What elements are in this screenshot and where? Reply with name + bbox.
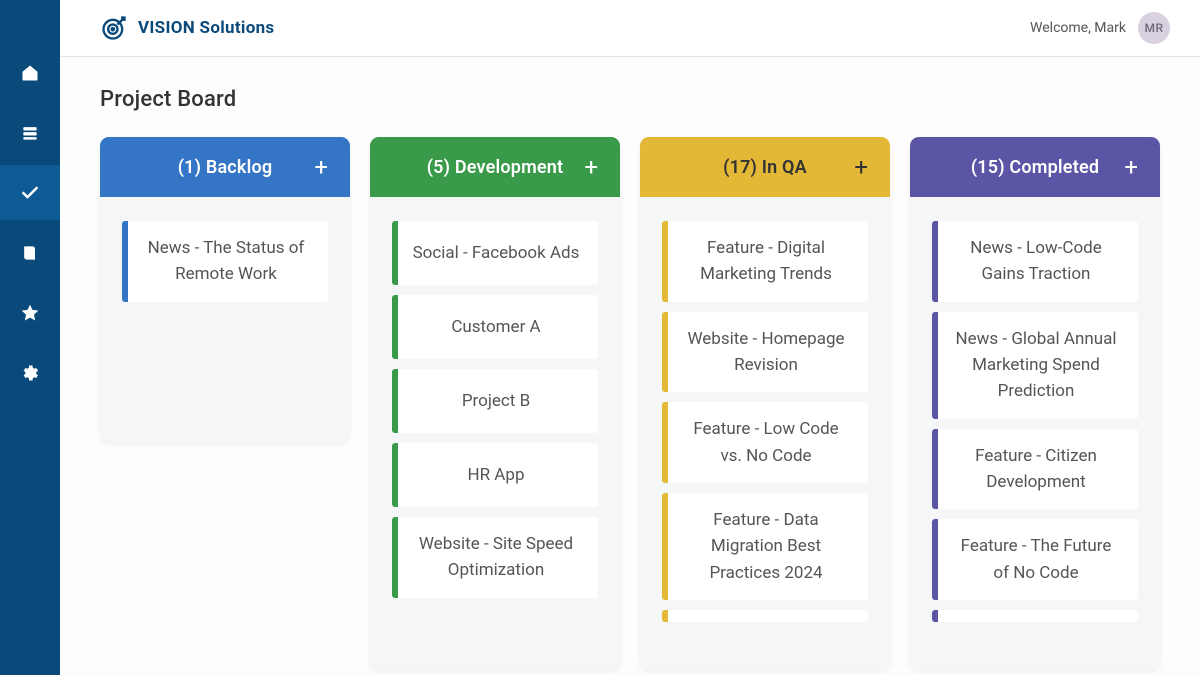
book-icon (20, 243, 40, 263)
add-card-button[interactable]: + (584, 155, 598, 179)
sidebar-item-check[interactable] (0, 165, 60, 220)
column-header: (5) Development + (370, 137, 620, 197)
header: VISION Solutions Welcome, Mark MR (60, 0, 1200, 57)
card[interactable]: Project B (392, 369, 598, 433)
brand: VISION Solutions (100, 14, 274, 42)
card[interactable]: News - Low-Code Gains Traction (932, 221, 1138, 302)
card[interactable]: News - Global Annual Marketing Spend Pre… (932, 312, 1138, 419)
column-title: (15) Completed (971, 157, 1099, 178)
check-icon (20, 183, 40, 203)
card[interactable]: Feature - The Future of No Code (932, 519, 1138, 600)
card[interactable]: Website - Homepage Revision (662, 312, 868, 393)
user-area: Welcome, Mark MR (1030, 12, 1170, 44)
column-in-qa: (17) In QA + Feature - Digital Marketing T… (640, 137, 890, 670)
card-list: Feature - Digital Marketing Trends Websit… (640, 197, 890, 670)
add-card-button[interactable]: + (314, 155, 328, 179)
column-completed: (15) Completed + News - Low-Code Gains Tra… (910, 137, 1160, 670)
brand-name: VISION Solutions (138, 18, 274, 38)
main: VISION Solutions Welcome, Mark MR Projec… (60, 0, 1200, 675)
column-title: (17) In QA (723, 157, 807, 178)
home-icon (20, 63, 40, 83)
welcome-text: Welcome, Mark (1030, 20, 1126, 36)
card-list: News - Low-Code Gains Traction News - Glo… (910, 197, 1160, 670)
card-list: Social - Facebook Ads Customer A Project B… (370, 197, 620, 670)
column-title: (1) Backlog (178, 157, 273, 178)
board: (1) Backlog + News - The Status of Remote … (100, 137, 1160, 670)
card[interactable]: News - The Status of Remote Work (122, 221, 328, 302)
column-header: (15) Completed + (910, 137, 1160, 197)
card[interactable]: Feature - Citizen Development (932, 429, 1138, 510)
column-header: (17) In QA + (640, 137, 890, 197)
column-title: (5) Development (427, 157, 564, 178)
card[interactable]: Social - Facebook Ads (392, 221, 598, 285)
avatar[interactable]: MR (1138, 12, 1170, 44)
column-backlog: (1) Backlog + News - The Status of Remote … (100, 137, 350, 442)
card[interactable]: Feature - Data Migration Best Practices … (662, 493, 868, 600)
content: Project Board (1) Backlog + News - The Sta… (60, 57, 1200, 675)
card[interactable]: Website - Site Speed Optimization (392, 517, 598, 598)
column-development: (5) Development + Social - Facebook Ads Cus… (370, 137, 620, 670)
column-header: (1) Backlog + (100, 137, 350, 197)
card[interactable] (662, 610, 868, 622)
layers-icon (20, 123, 40, 143)
card[interactable]: Feature - Digital Marketing Trends (662, 221, 868, 302)
add-card-button[interactable]: + (1124, 155, 1138, 179)
card[interactable]: Feature - Low Code vs. No Code (662, 402, 868, 483)
card[interactable]: Customer A (392, 295, 598, 359)
star-icon (20, 303, 40, 323)
page-title: Project Board (100, 87, 1160, 112)
sidebar-item-book[interactable] (0, 225, 60, 280)
sidebar (0, 0, 60, 675)
sidebar-item-layers[interactable] (0, 105, 60, 160)
sidebar-item-star[interactable] (0, 285, 60, 340)
gear-icon (20, 363, 40, 383)
card[interactable] (932, 610, 1138, 622)
card[interactable]: HR App (392, 443, 598, 507)
sidebar-item-home[interactable] (0, 45, 60, 100)
add-card-button[interactable]: + (854, 155, 868, 179)
target-icon (100, 14, 128, 42)
sidebar-item-gear[interactable] (0, 345, 60, 400)
card-list: News - The Status of Remote Work (100, 197, 350, 442)
